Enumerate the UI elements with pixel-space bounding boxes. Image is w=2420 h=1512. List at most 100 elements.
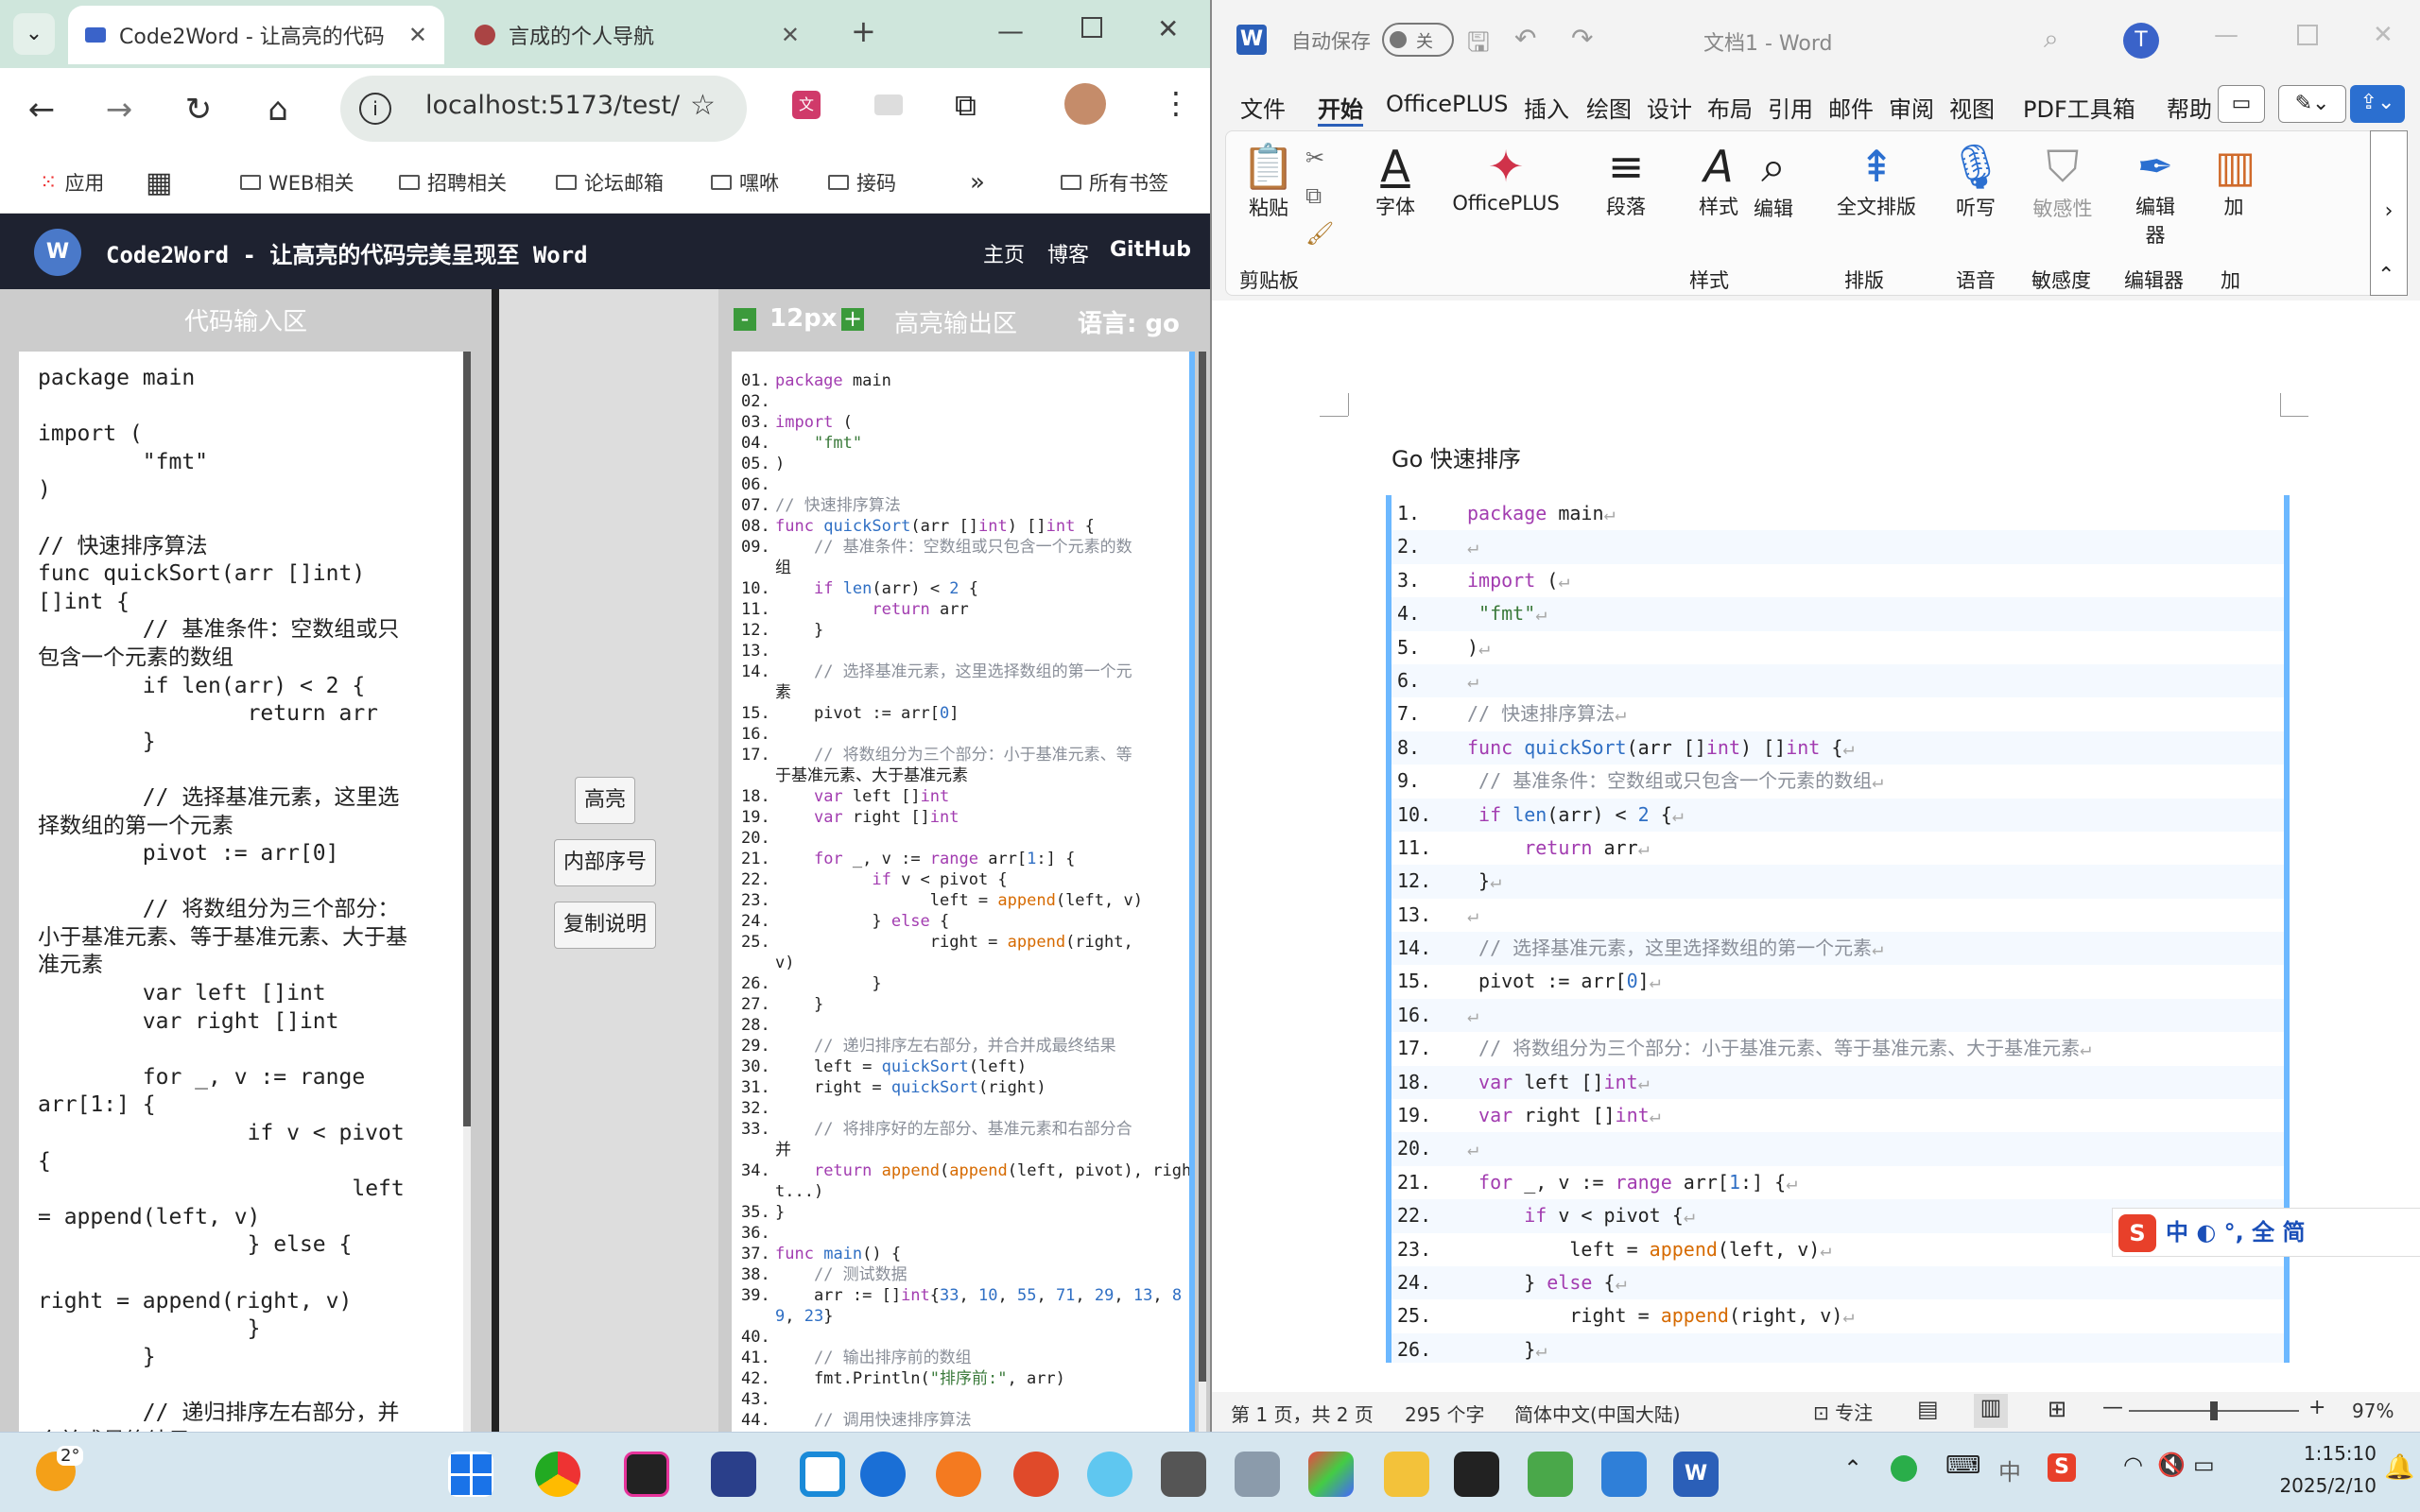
- app-red-icon[interactable]: [1013, 1452, 1059, 1497]
- focus-button[interactable]: ⊡ 专注: [1813, 1398, 1873, 1425]
- profile-avatar[interactable]: [1064, 83, 1106, 125]
- language-status[interactable]: 简体中文(中国大陆): [1514, 1400, 1681, 1427]
- document-code-line[interactable]: 25. right = append(right, v)↵: [1392, 1299, 2284, 1332]
- comments-icon[interactable]: ▭: [2218, 85, 2265, 123]
- zoom-level[interactable]: 97%: [2352, 1400, 2394, 1422]
- app-blue-icon[interactable]: [1087, 1452, 1132, 1497]
- document-code-line[interactable]: 17. // 将数组分为三个部分：小于基准元素、等于基准元素、大于基准元素↵: [1392, 1032, 2284, 1065]
- bookmark-star-icon[interactable]: ☆: [690, 89, 716, 122]
- home-icon[interactable]: ⌂: [257, 89, 299, 130]
- cut-icon[interactable]: ✂: [1305, 145, 1324, 171]
- print-layout-icon[interactable]: ▥: [1974, 1394, 2008, 1428]
- translate-extension-icon[interactable]: 文: [792, 91, 821, 119]
- tab-review[interactable]: 审阅: [1889, 91, 1934, 124]
- ime-language[interactable]: 中: [1998, 1453, 2021, 1486]
- word-count[interactable]: 295 个字: [1405, 1400, 1485, 1427]
- sogou-tray-icon[interactable]: S: [2048, 1453, 2076, 1482]
- app-multicolor-icon[interactable]: [1308, 1452, 1354, 1497]
- input-scrollbar[interactable]: [463, 352, 471, 1432]
- autosave-toggle[interactable]: 关: [1382, 23, 1454, 57]
- document-code-line[interactable]: 8. func quickSort(arr []int) []int {↵: [1392, 730, 2284, 765]
- document-code-line[interactable]: 3. import (↵: [1392, 564, 2284, 597]
- document-code-line[interactable]: 11. return arr↵: [1392, 832, 2284, 865]
- sensitivity-button[interactable]: ⛉ 敏感性: [2030, 141, 2096, 222]
- calculator-icon[interactable]: [1235, 1452, 1280, 1497]
- web-layout-icon[interactable]: ⊞: [2048, 1396, 2066, 1422]
- tab-officeplus[interactable]: OfficePLUS: [1386, 91, 1509, 117]
- back-icon[interactable]: ←: [21, 89, 62, 130]
- tab-code2word[interactable]: Code2Word - 让高亮的代码 ✕: [68, 6, 444, 64]
- document-code-line[interactable]: 10. if len(arr) < 2 {↵: [1392, 798, 2284, 832]
- wechat-tray-icon[interactable]: [1891, 1455, 1917, 1482]
- tab-layout[interactable]: 布局: [1707, 91, 1753, 124]
- share-icon[interactable]: ⇪⌄: [2350, 85, 2405, 123]
- dictate-button[interactable]: 🎙 听写: [1946, 141, 2005, 221]
- bookmark-folder[interactable]: 接码: [828, 164, 896, 200]
- code-input-textarea[interactable]: package main import ( "fmt") // 快速排序算法 fu…: [19, 352, 463, 1432]
- output-scrollbar[interactable]: [1199, 352, 1206, 1432]
- officeplus-button[interactable]: ✦ OfficePLUS: [1449, 141, 1563, 215]
- document-code-line[interactable]: 2. ↵: [1392, 530, 2284, 564]
- tab-design[interactable]: 设计: [1647, 91, 1692, 124]
- highlight-output[interactable]: 01. package main 02. 03. import (04. "fmt" 05…: [732, 352, 1195, 1432]
- document-code-line[interactable]: 21. for _, v := range arr[1:] {↵: [1392, 1166, 2284, 1199]
- tab-references[interactable]: 引用: [1768, 91, 1813, 124]
- undo-icon[interactable]: ↶: [1514, 23, 1536, 54]
- document-canvas[interactable]: Go 快速排序 1. package main↵ 2. ↵ 3. import (↵ 4. …: [1212, 301, 2420, 1364]
- edit-button[interactable]: ⌕ 编辑: [1744, 141, 1803, 222]
- document-code-line[interactable]: 12. }↵: [1392, 865, 2284, 899]
- tab-groups-icon[interactable]: ▦: [146, 164, 172, 200]
- new-tab-icon[interactable]: +: [851, 13, 876, 49]
- close-window-icon[interactable]: ✕: [1157, 13, 1179, 44]
- zoom-in-icon[interactable]: +: [2308, 1396, 2325, 1419]
- clock-time[interactable]: 1:15:10: [2273, 1442, 2377, 1465]
- start-windows-icon[interactable]: [448, 1452, 493, 1498]
- bookmark-folder[interactable]: 嘿咻: [711, 164, 779, 200]
- highlight-button[interactable]: 高亮: [575, 777, 635, 824]
- bookmark-folder[interactable]: 招聘相关: [399, 164, 507, 200]
- close-tab-icon[interactable]: ✕: [781, 22, 800, 48]
- close-window-icon[interactable]: ✕: [2373, 21, 2394, 49]
- forward-icon[interactable]: →: [98, 89, 140, 130]
- document-code-line[interactable]: 13. ↵: [1392, 899, 2284, 932]
- document-code-line[interactable]: 20. ↵: [1392, 1132, 2284, 1166]
- tab-file[interactable]: 文件: [1240, 91, 1286, 124]
- search-icon[interactable]: ⌕: [2044, 23, 2059, 55]
- chrome-icon[interactable]: [535, 1452, 580, 1497]
- editing-mode-icon[interactable]: ✎⌄: [2278, 85, 2346, 123]
- zoom-slider[interactable]: [2129, 1401, 2299, 1420]
- increase-font-button[interactable]: +: [841, 307, 864, 331]
- extension-icon[interactable]: [874, 94, 903, 115]
- document-code-line[interactable]: 18. var left []int↵: [1392, 1065, 2284, 1100]
- document-code-line[interactable]: 16. ↵: [1392, 998, 2284, 1033]
- paste-button[interactable]: 📋 粘贴: [1239, 141, 1298, 221]
- nav-github[interactable]: GitHub: [1110, 238, 1191, 262]
- document-heading[interactable]: Go 快速排序: [1392, 440, 1521, 473]
- page-count[interactable]: 第 1 页，共 2 页: [1231, 1400, 1374, 1427]
- editor-button[interactable]: ✒ 编辑器: [2126, 141, 2185, 249]
- nav-home[interactable]: 主页: [983, 238, 1025, 268]
- document-code-line[interactable]: 5.)↵: [1392, 631, 2284, 664]
- volume-muted-icon[interactable]: 🔇: [2157, 1452, 2186, 1478]
- word-taskbar-icon[interactable]: W: [1673, 1452, 1719, 1497]
- menu-kebab-icon[interactable]: ⋮: [1161, 85, 1191, 121]
- nav-blog[interactable]: 博客: [1047, 238, 1089, 268]
- document-code-line[interactable]: 6. ↵: [1392, 663, 2284, 698]
- tab-view[interactable]: 视图: [1949, 91, 1995, 124]
- notification-bell-icon[interactable]: 🔔: [2384, 1453, 2414, 1482]
- all-bookmarks[interactable]: 所有书签: [1061, 164, 1168, 200]
- document-code-line[interactable]: 4. "fmt"↵: [1392, 597, 2284, 631]
- copy-help-button[interactable]: 复制说明: [554, 902, 656, 949]
- document-code-line[interactable]: 7.// 快速排序算法↵: [1392, 697, 2284, 730]
- bookmark-folder[interactable]: WEB相关: [240, 164, 354, 200]
- save-icon[interactable]: 🖫: [1467, 23, 1490, 68]
- document-code-line[interactable]: 9. // 基准条件：空数组或只包含一个元素的数组↵: [1392, 765, 2284, 798]
- extensions-puzzle-icon[interactable]: ⧉: [955, 87, 977, 124]
- line-numbers-button[interactable]: 内部序号: [554, 839, 656, 886]
- tab-home[interactable]: 开始: [1318, 91, 1363, 127]
- ime-toolbar[interactable]: S 中 ◐ °, 全 简: [2112, 1208, 2420, 1257]
- format-painter-icon[interactable]: 🖌: [1305, 220, 1334, 247]
- keyboard-icon[interactable]: ⌨: [1945, 1452, 1981, 1480]
- app-orange-icon[interactable]: [936, 1452, 981, 1497]
- read-mode-icon[interactable]: ▤: [1917, 1396, 1939, 1422]
